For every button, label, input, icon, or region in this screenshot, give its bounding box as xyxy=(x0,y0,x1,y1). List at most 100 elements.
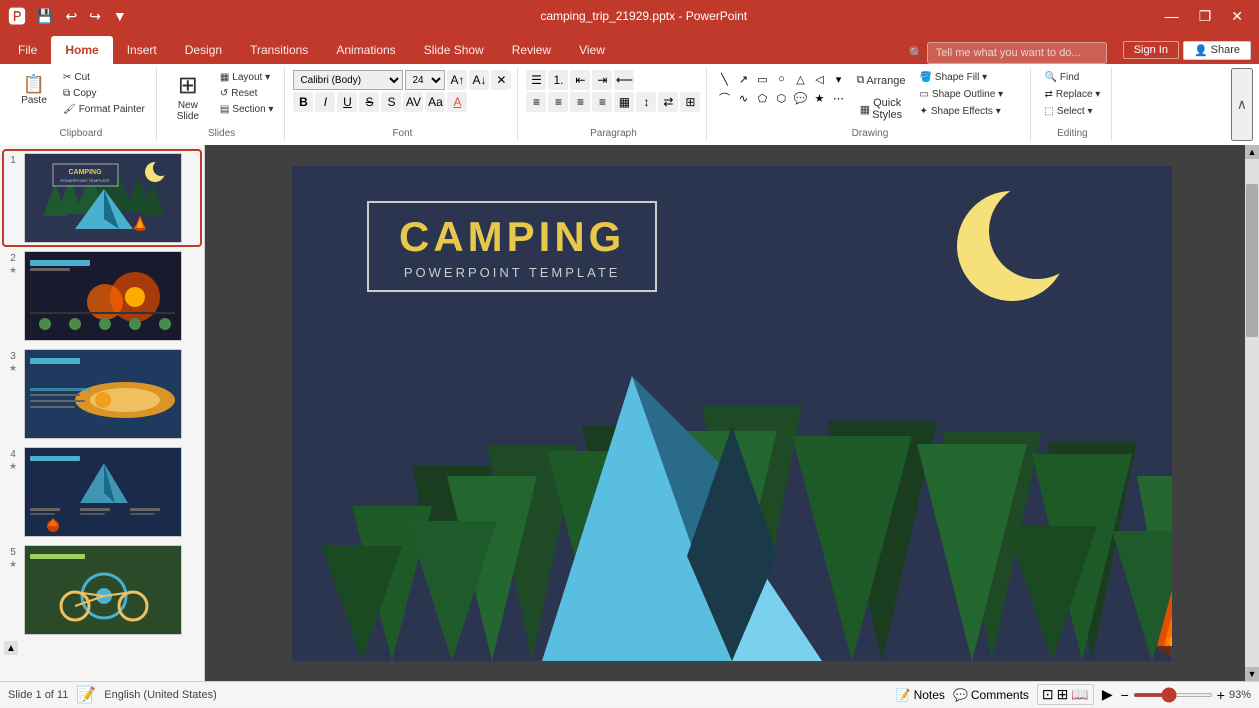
align-text-button[interactable]: ⊞ xyxy=(680,92,700,112)
slide-title-box[interactable]: CAMPING POWERPOINT TEMPLATE xyxy=(367,201,657,292)
slideshow-button[interactable]: ▶ xyxy=(1102,686,1113,703)
align-center-button[interactable]: ≡ xyxy=(548,92,568,112)
hexagon-shape[interactable]: ⬡ xyxy=(772,89,790,107)
normal-view-button[interactable]: ⊡ xyxy=(1042,686,1054,703)
reset-button[interactable]: ↺ Reset xyxy=(215,86,279,101)
font-name-select[interactable]: Calibri (Body) xyxy=(293,70,403,90)
change-case-button[interactable]: Aa xyxy=(425,92,445,112)
customize-qat-button[interactable]: ▼ xyxy=(109,6,131,26)
minimize-button[interactable]: — xyxy=(1157,4,1187,29)
shape-outline-button[interactable]: ▭ Shape Outline ▾ xyxy=(914,87,1024,102)
tab-review[interactable]: Review xyxy=(498,36,565,64)
font-size-select[interactable]: 24 xyxy=(405,70,445,90)
vertical-scrollbar: ▲ ▼ xyxy=(1245,145,1259,681)
shapes-more[interactable]: ▾ xyxy=(829,70,847,88)
slide-canvas[interactable]: CAMPING POWERPOINT TEMPLATE xyxy=(292,166,1172,661)
close-button[interactable]: ✕ xyxy=(1223,4,1251,29)
more-shapes[interactable]: ⋯ xyxy=(829,89,847,107)
zoom-out-button[interactable]: − xyxy=(1121,687,1129,703)
shape-fill-button[interactable]: 🪣 Shape Fill ▾ xyxy=(914,70,1024,85)
undo-button[interactable]: ↩ xyxy=(61,6,81,27)
justify-button[interactable]: ≡ xyxy=(592,92,612,112)
callout-shape[interactable]: 💬 xyxy=(791,89,809,107)
star-shape[interactable]: ★ xyxy=(810,89,828,107)
find-button[interactable]: 🔍 Find xyxy=(1039,70,1084,85)
save-button[interactable]: 💾 xyxy=(32,6,57,27)
columns-button[interactable]: ▦ xyxy=(614,92,634,112)
italic-button[interactable]: I xyxy=(315,92,335,112)
align-left-button[interactable]: ≡ xyxy=(526,92,546,112)
zoom-slider[interactable] xyxy=(1133,693,1213,697)
redo-button[interactable]: ↪ xyxy=(85,6,105,27)
select-button[interactable]: ⬚ Select ▾ xyxy=(1039,104,1097,119)
copy-button[interactable]: ⧉ Copy xyxy=(58,86,150,101)
char-spacing-button[interactable]: AV xyxy=(403,92,423,112)
bullets-button[interactable]: ☰ xyxy=(526,70,546,90)
underline-button[interactable]: U xyxy=(337,92,357,112)
font-shrink-button[interactable]: A↓ xyxy=(469,70,489,90)
scroll-down-button[interactable]: ▼ xyxy=(1245,667,1259,681)
clear-format-button[interactable]: ✕ xyxy=(491,70,511,90)
restore-button[interactable]: ❐ xyxy=(1191,4,1220,29)
replace-button[interactable]: ⇄ Replace ▾ xyxy=(1039,87,1105,102)
strikethrough-button[interactable]: S xyxy=(359,92,379,112)
slide-thumb-3[interactable]: 3 ★ xyxy=(4,347,200,441)
sign-in-button[interactable]: Sign In xyxy=(1123,41,1179,59)
arrange-button[interactable]: ⧉ Arrange xyxy=(851,70,910,91)
oval-shape[interactable]: ○ xyxy=(772,70,790,88)
tab-slideshow[interactable]: Slide Show xyxy=(410,36,498,64)
auth-area: Sign In 👤 Share xyxy=(1115,36,1259,64)
reading-view-button[interactable]: 📖 xyxy=(1071,686,1088,703)
col-break-button[interactable]: ⟵ xyxy=(614,70,634,90)
shadow-button[interactable]: S xyxy=(381,92,401,112)
pentagon-shape[interactable]: ⬠ xyxy=(753,89,771,107)
powerpoint-logo-icon: 🅿 xyxy=(8,3,26,29)
tab-design[interactable]: Design xyxy=(171,36,236,64)
line-spacing-button[interactable]: ↕ xyxy=(636,92,656,112)
zoom-in-button[interactable]: + xyxy=(1217,687,1225,703)
tab-insert[interactable]: Insert xyxy=(113,36,171,64)
align-right-button[interactable]: ≡ xyxy=(570,92,590,112)
shape-effects-button[interactable]: ✦ Shape Effects ▾ xyxy=(914,104,1024,119)
slide-thumb-5[interactable]: 5 ★ xyxy=(4,543,200,637)
rtriangle-shape[interactable]: ◁ xyxy=(810,70,828,88)
arrow-shape[interactable]: ↗ xyxy=(734,70,752,88)
quick-styles-button[interactable]: ▦ QuickStyles xyxy=(851,93,910,125)
slide-thumb-4[interactable]: 4 ★ xyxy=(4,445,200,539)
paste-button[interactable]: 📋 Paste xyxy=(12,70,56,111)
slide-thumb-1[interactable]: 1 xyxy=(4,151,200,245)
share-button[interactable]: 👤 Share xyxy=(1183,41,1251,60)
tab-transitions[interactable]: Transitions xyxy=(236,36,322,64)
curve-shape[interactable]: ⌒ xyxy=(715,89,733,107)
notes-button[interactable]: 📝 Notes xyxy=(896,688,945,702)
comments-button[interactable]: 💬 Comments xyxy=(953,688,1029,702)
scroll-up-button[interactable]: ▲ xyxy=(1245,145,1259,159)
tab-home[interactable]: Home xyxy=(51,36,112,64)
search-input[interactable] xyxy=(927,42,1107,64)
line-shape[interactable]: ╲ xyxy=(715,70,733,88)
layout-button[interactable]: ▦ Layout ▾ xyxy=(215,70,279,85)
arrange-icon: ⧉ xyxy=(856,74,864,87)
cut-button[interactable]: ✂ Cut xyxy=(58,70,150,85)
slide-thumb-2[interactable]: 2 ★ xyxy=(4,249,200,343)
indent-less-button[interactable]: ⇤ xyxy=(570,70,590,90)
new-slide-button[interactable]: ⊞ NewSlide xyxy=(165,70,211,126)
bold-button[interactable]: B xyxy=(293,92,313,112)
tab-file[interactable]: File xyxy=(4,36,51,64)
rect-shape[interactable]: ▭ xyxy=(753,70,771,88)
font-color-button[interactable]: A xyxy=(447,92,467,112)
slide-sorter-button[interactable]: ⊞ xyxy=(1057,686,1069,703)
numbering-button[interactable]: 1. xyxy=(548,70,568,90)
triangle-shape[interactable]: △ xyxy=(791,70,809,88)
sidebar-scroll-up[interactable]: ▲ xyxy=(4,641,18,655)
freeform-shape[interactable]: ∿ xyxy=(734,89,752,107)
section-button[interactable]: ▤ Section ▾ xyxy=(215,102,279,117)
ribbon-collapse-button[interactable]: ∧ xyxy=(1231,68,1253,141)
font-grow-button[interactable]: A↑ xyxy=(447,70,467,90)
scroll-thumb[interactable] xyxy=(1246,184,1258,336)
text-direction-button[interactable]: ⇄ xyxy=(658,92,678,112)
tab-animations[interactable]: Animations xyxy=(322,36,409,64)
format-painter-button[interactable]: 🖌 Format Painter xyxy=(58,102,150,117)
tab-view[interactable]: View xyxy=(565,36,619,64)
indent-more-button[interactable]: ⇥ xyxy=(592,70,612,90)
